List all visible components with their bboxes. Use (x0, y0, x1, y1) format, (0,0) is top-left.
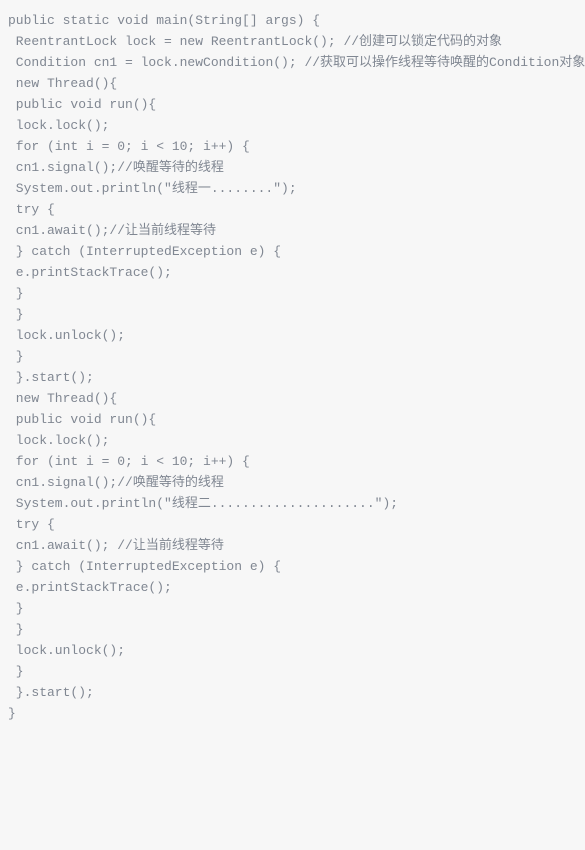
code-line: e.printStackTrace(); (8, 262, 577, 283)
code-block: public static void main(String[] args) {… (0, 0, 585, 734)
code-line: lock.lock(); (8, 430, 577, 451)
code-line: cn1.signal();//唤醒等待的线程 (8, 157, 577, 178)
code-line: lock.unlock(); (8, 640, 577, 661)
code-line: public static void main(String[] args) { (8, 10, 577, 31)
code-line: for (int i = 0; i < 10; i++) { (8, 451, 577, 472)
code-line: cn1.await();//让当前线程等待 (8, 220, 577, 241)
code-line: }.start(); (8, 367, 577, 388)
code-line: } (8, 619, 577, 640)
code-line: } catch (InterruptedException e) { (8, 556, 577, 577)
code-line: } (8, 703, 577, 724)
code-line: System.out.println("线程一........"); (8, 178, 577, 199)
code-line: cn1.await(); //让当前线程等待 (8, 535, 577, 556)
code-line: public void run(){ (8, 409, 577, 430)
code-line: lock.unlock(); (8, 325, 577, 346)
code-line: public void run(){ (8, 94, 577, 115)
code-line: new Thread(){ (8, 388, 577, 409)
code-line: }.start(); (8, 682, 577, 703)
code-line: try { (8, 514, 577, 535)
code-line: } (8, 598, 577, 619)
code-line: } (8, 346, 577, 367)
code-line: Condition cn1 = lock.newCondition(); //获… (8, 52, 577, 73)
code-line: } (8, 283, 577, 304)
code-line: new Thread(){ (8, 73, 577, 94)
code-line: } (8, 661, 577, 682)
code-line: ReentrantLock lock = new ReentrantLock()… (8, 31, 577, 52)
code-line: System.out.println("线程二.................… (8, 493, 577, 514)
code-line: } (8, 304, 577, 325)
code-line: for (int i = 0; i < 10; i++) { (8, 136, 577, 157)
code-line: lock.lock(); (8, 115, 577, 136)
code-line: try { (8, 199, 577, 220)
code-line: cn1.signal();//唤醒等待的线程 (8, 472, 577, 493)
code-line: e.printStackTrace(); (8, 577, 577, 598)
code-line: } catch (InterruptedException e) { (8, 241, 577, 262)
